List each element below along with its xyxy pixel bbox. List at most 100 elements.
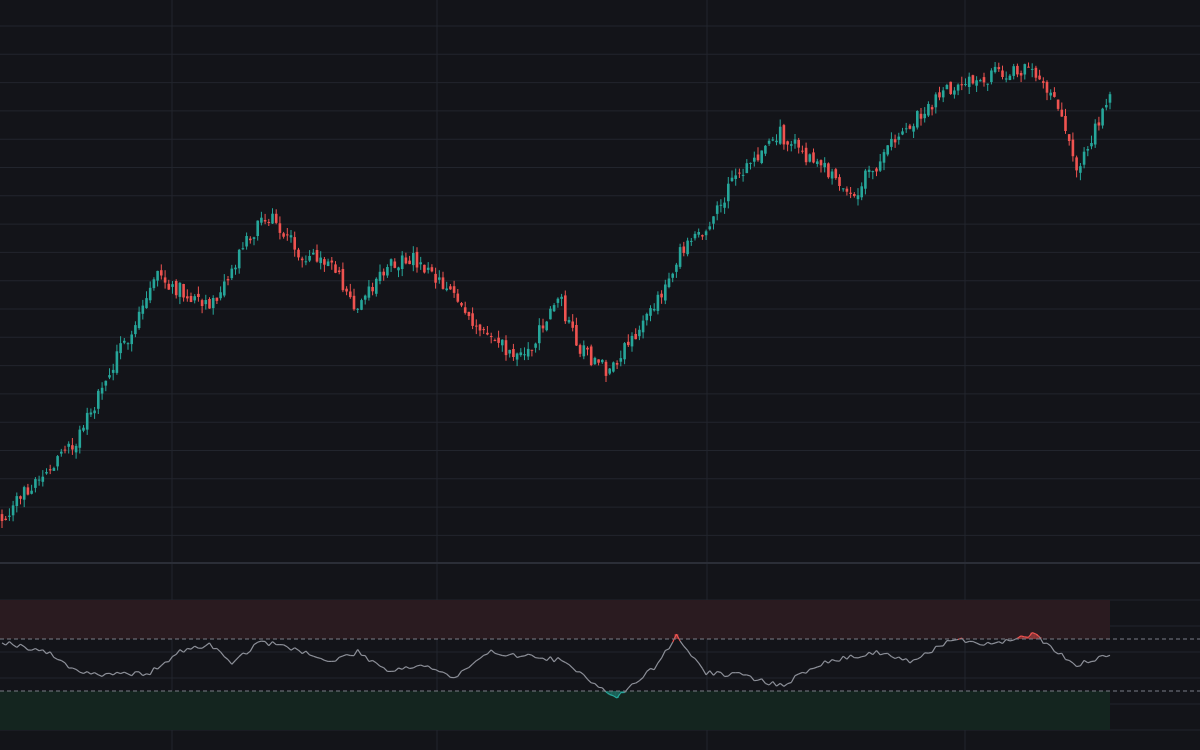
candle-body — [145, 298, 148, 309]
candle-body — [578, 345, 582, 354]
candle-body — [786, 141, 789, 145]
candle-body — [979, 80, 982, 82]
candle-body — [549, 308, 552, 320]
candle-body — [271, 213, 274, 224]
candle-body — [975, 80, 978, 86]
candle-body — [489, 336, 493, 337]
candle-body — [293, 237, 296, 250]
candle-body — [538, 325, 541, 344]
candle-body — [623, 343, 626, 360]
candle-body — [652, 308, 656, 311]
candle-body — [330, 260, 334, 263]
candle-body — [971, 75, 975, 84]
candle-body — [378, 271, 382, 281]
candle-body — [37, 479, 41, 481]
candle-body — [108, 375, 111, 378]
candle — [834, 167, 838, 180]
candle-body — [104, 380, 108, 386]
candle-body — [734, 175, 737, 179]
candle-body — [1045, 81, 1049, 93]
oscillator-line — [424, 665, 429, 668]
candle-body — [426, 267, 430, 270]
candle-body — [790, 144, 793, 146]
candle-body — [382, 271, 385, 276]
candle-body — [845, 188, 849, 192]
candle-body — [156, 270, 159, 281]
candle-body — [241, 248, 245, 250]
candle-body — [804, 147, 808, 163]
candle-body — [949, 81, 952, 94]
candle-body — [1079, 166, 1082, 173]
candle — [678, 243, 682, 269]
candle-body — [337, 270, 341, 272]
candle-body — [1030, 68, 1034, 70]
chart-area — [0, 0, 1200, 750]
candle-body — [693, 233, 697, 239]
candle-body — [178, 282, 182, 297]
candle-body — [771, 139, 775, 141]
candle-body — [504, 340, 508, 356]
candle-body — [934, 94, 938, 108]
candle-body — [445, 288, 448, 291]
candle-body — [1049, 92, 1052, 96]
candle-body — [8, 515, 11, 517]
candle — [375, 277, 378, 297]
candle-body — [352, 295, 356, 310]
candle-body — [1108, 94, 1112, 103]
candle-body — [408, 260, 411, 265]
oscillator-line — [631, 682, 636, 685]
candle-body — [375, 278, 378, 294]
candle-body — [467, 311, 471, 316]
candle-body — [412, 253, 415, 266]
candle — [760, 150, 763, 165]
candle-body — [875, 168, 878, 172]
candle-body — [452, 286, 456, 293]
candle-body — [923, 113, 926, 119]
candle-body — [326, 261, 330, 266]
candle-body — [263, 220, 267, 222]
candle-body — [912, 126, 915, 132]
candle-body — [471, 313, 474, 326]
candle-body — [82, 427, 85, 431]
candle-body — [697, 232, 700, 235]
oscillator-line — [1091, 660, 1096, 663]
candle-body — [667, 278, 671, 287]
candle-body — [819, 160, 823, 166]
candle-body — [123, 340, 126, 343]
candle-body — [801, 150, 804, 152]
candle-body — [160, 270, 163, 276]
candle-body — [827, 163, 830, 178]
candle-body — [434, 273, 437, 283]
candle-body — [901, 131, 904, 135]
candle-body — [749, 162, 752, 164]
candle-body — [482, 329, 485, 331]
candle-body — [1090, 143, 1093, 147]
candle-body — [519, 352, 523, 356]
candle-body — [1001, 70, 1004, 77]
candle — [1101, 107, 1104, 129]
candle-body — [304, 261, 308, 263]
candle-body — [756, 154, 760, 161]
candle-body — [719, 204, 723, 206]
candle-body — [1082, 151, 1086, 165]
candle-body — [767, 140, 771, 144]
oscillator-line — [187, 647, 192, 650]
candle-body — [708, 226, 712, 230]
candle-body — [530, 349, 534, 351]
candle-body — [415, 251, 419, 268]
candle — [949, 81, 952, 95]
oscillator-line — [802, 671, 807, 674]
candle-body — [163, 277, 167, 283]
candle-body — [967, 76, 971, 87]
candle-body — [48, 469, 52, 471]
candle — [423, 264, 426, 274]
candle-body — [727, 183, 730, 202]
candle — [916, 110, 919, 130]
candle-body — [15, 496, 19, 506]
candle-body — [589, 346, 593, 366]
candle-body — [656, 294, 660, 311]
candle-body — [704, 231, 708, 236]
candle-body — [1093, 123, 1097, 145]
candle-body — [449, 286, 452, 290]
candle-body — [956, 84, 960, 91]
